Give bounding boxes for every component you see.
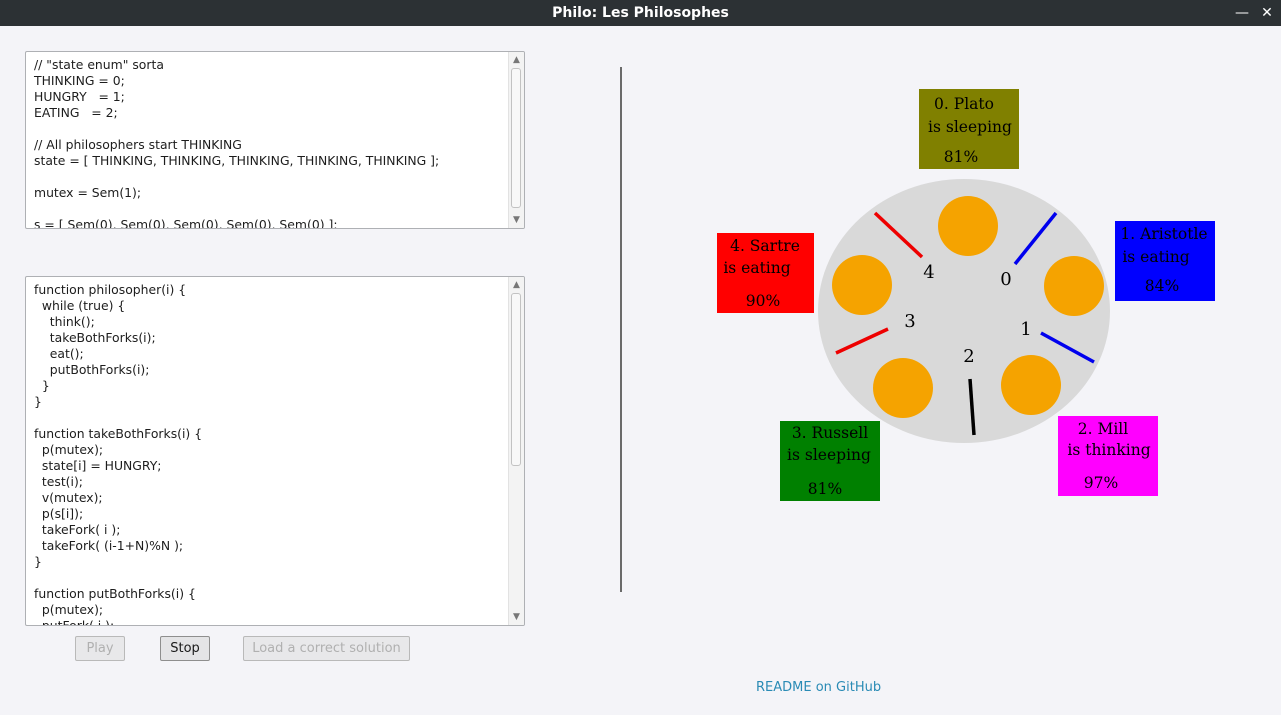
philosopher-card-sartre: 4. Sartre is eating 90% xyxy=(717,233,814,313)
philosopher-card-mill: 2. Mill is thinking 97% xyxy=(1058,416,1158,496)
seat-number-3: 3 xyxy=(904,311,915,332)
readme-github-link[interactable]: README on GitHub xyxy=(756,680,881,695)
philosopher-name: 3. Russell xyxy=(792,424,868,442)
plate-0 xyxy=(938,196,998,256)
philosopher-percent: 81% xyxy=(808,480,842,498)
philosopher-status: is sleeping xyxy=(787,446,871,464)
dining-table-canvas: 0 1 2 3 4 0. Plato is sleeping 81% 1. Ar… xyxy=(717,89,1215,501)
seat-number-2: 2 xyxy=(963,346,974,367)
seat-number-4: 4 xyxy=(923,262,934,283)
philosopher-percent: 90% xyxy=(746,292,780,310)
philosopher-card-russell: 3. Russell is sleeping 81% xyxy=(780,421,880,501)
philosopher-card-plato: 0. Plato is sleeping 81% xyxy=(919,89,1019,169)
philosopher-percent: 97% xyxy=(1084,474,1118,492)
philosopher-status: is thinking xyxy=(1067,441,1150,459)
philosopher-status: is sleeping xyxy=(928,118,1012,136)
philosopher-percent: 81% xyxy=(944,148,978,166)
philosopher-name: 1. Aristotle xyxy=(1120,225,1207,243)
philosopher-status: is eating xyxy=(1122,248,1189,266)
seat-number-0: 0 xyxy=(1000,269,1011,290)
philosopher-percent: 84% xyxy=(1145,277,1179,295)
philosopher-name: 4. Sartre xyxy=(730,237,800,255)
plate-3 xyxy=(873,358,933,418)
philosopher-name: 2. Mill xyxy=(1078,420,1129,438)
philosopher-name: 0. Plato xyxy=(934,95,994,113)
plate-1 xyxy=(1044,256,1104,316)
philosopher-status: is eating xyxy=(723,259,790,277)
seat-number-1: 1 xyxy=(1020,319,1031,340)
philosopher-card-aristotle: 1. Aristotle is eating 84% xyxy=(1115,221,1215,301)
plate-2 xyxy=(1001,355,1061,415)
plate-4 xyxy=(832,255,892,315)
